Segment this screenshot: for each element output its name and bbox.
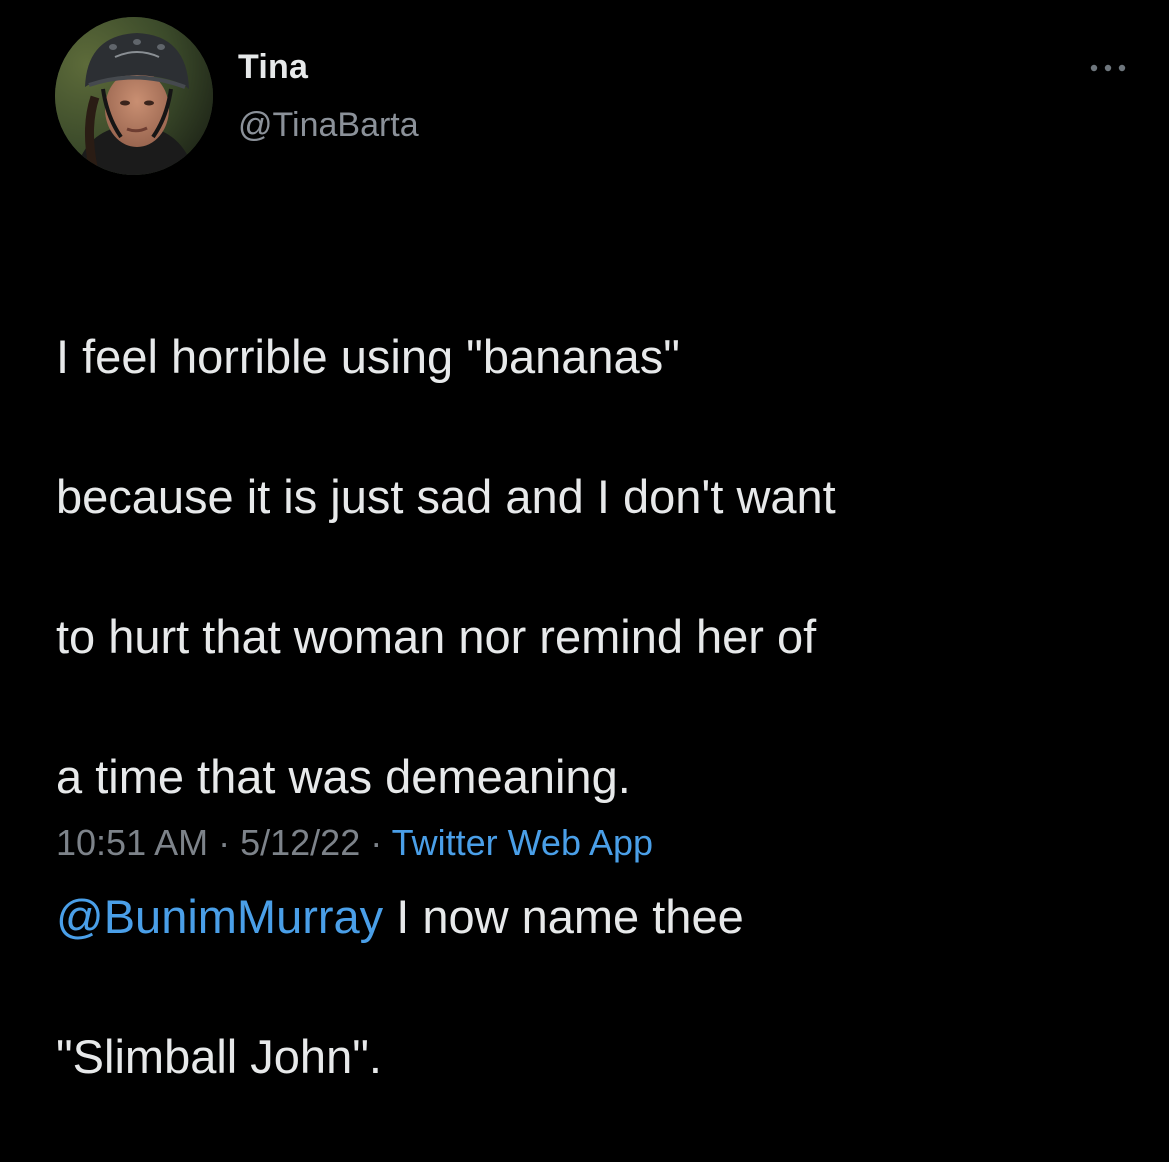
tweet-line: @BunimMurray I now name thee bbox=[56, 882, 1146, 952]
tweet-date[interactable]: 5/12/22 bbox=[240, 822, 360, 863]
tweet-line: a time that was demeaning. bbox=[56, 750, 631, 803]
more-options-button[interactable] bbox=[1084, 54, 1132, 82]
user-handle[interactable]: @TinaBarta bbox=[238, 106, 419, 145]
tweet-line: I feel horrible using "bananas" bbox=[56, 330, 680, 383]
avatar-image bbox=[55, 17, 213, 175]
tweet-body: I feel horrible using "bananas" because … bbox=[56, 252, 1146, 1162]
tweet-line-text: I now name thee bbox=[383, 890, 744, 943]
tweet-time[interactable]: 10:51 AM bbox=[56, 822, 208, 863]
tweet-line: to hurt that woman nor remind her of bbox=[56, 610, 817, 663]
tweet-line: because it is just sad and I don't want bbox=[56, 470, 836, 523]
tweet-source-link[interactable]: Twitter Web App bbox=[392, 822, 653, 863]
tweet-card: Tina @TinaBarta I feel horrible using "b… bbox=[0, 0, 1169, 1083]
tweet-metadata: 10:51 AM · 5/12/22 · Twitter Web App bbox=[56, 822, 653, 864]
display-name[interactable]: Tina bbox=[238, 48, 308, 87]
avatar[interactable] bbox=[55, 17, 213, 175]
more-horizontal-icon bbox=[1090, 64, 1126, 72]
mention-link[interactable]: @BunimMurray bbox=[56, 890, 383, 943]
separator: · bbox=[360, 822, 392, 863]
tweet-line: "Slimball John". bbox=[56, 1030, 382, 1083]
separator: · bbox=[208, 822, 241, 863]
